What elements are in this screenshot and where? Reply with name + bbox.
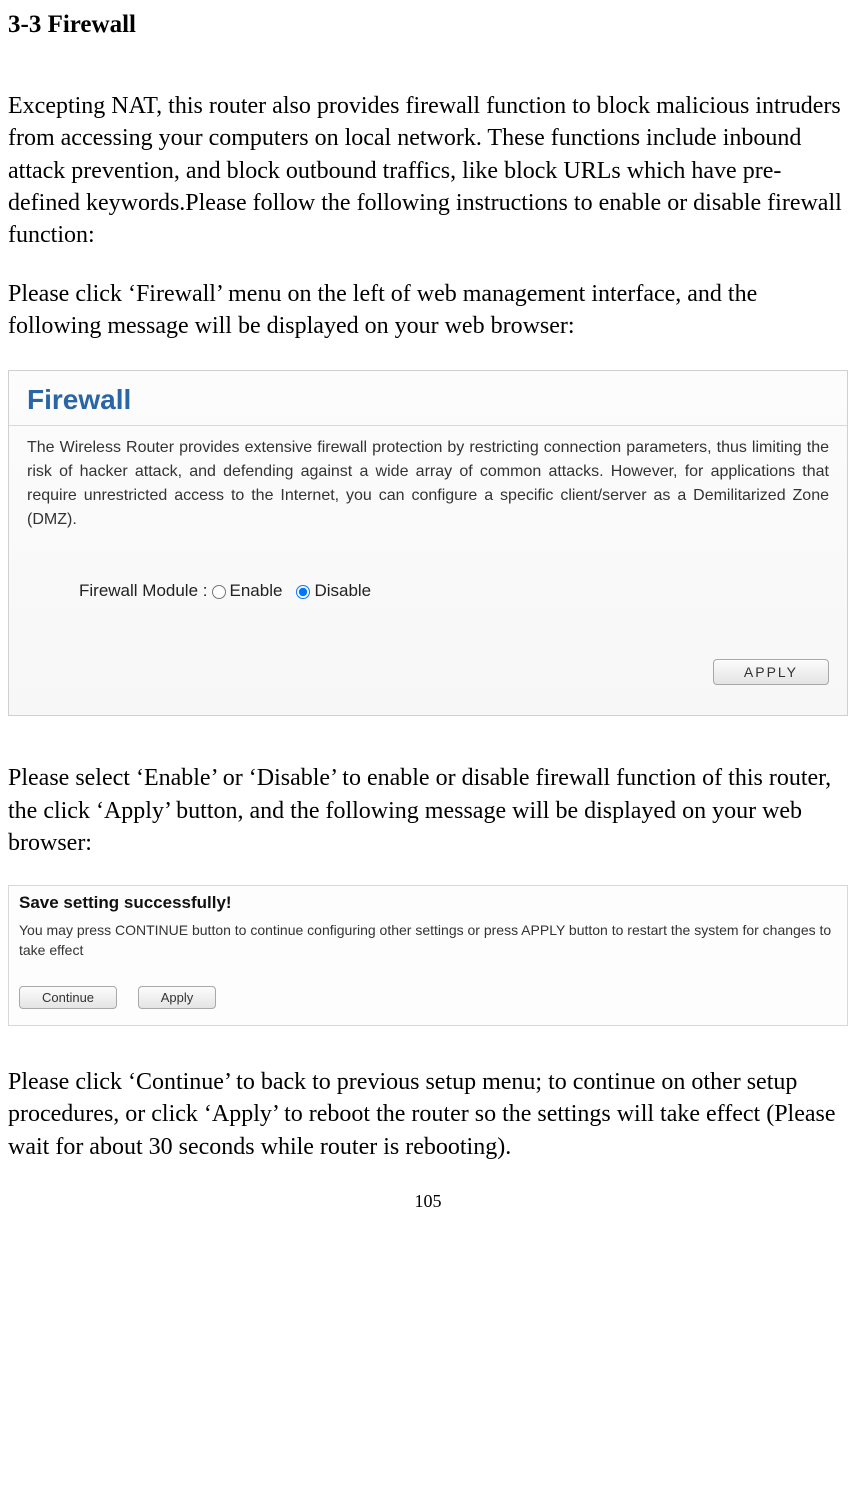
apply-button[interactable]: APPLY xyxy=(713,659,829,685)
intro-paragraph-2: Please click ‘Firewall’ menu on the left… xyxy=(8,278,848,343)
disable-radio-label: Disable xyxy=(314,580,371,603)
apply-button-2[interactable]: Apply xyxy=(138,986,217,1009)
intro-paragraph-1: Excepting NAT, this router also provides… xyxy=(8,90,848,252)
firewall-panel: Firewall The Wireless Router provides ex… xyxy=(8,370,848,716)
disable-radio[interactable] xyxy=(296,585,310,599)
save-success-title: Save setting successfully! xyxy=(19,892,837,915)
enable-radio-label: Enable xyxy=(230,580,283,603)
save-success-panel: Save setting successfully! You may press… xyxy=(8,885,848,1026)
continue-button[interactable]: Continue xyxy=(19,986,117,1009)
save-success-description: You may press CONTINUE button to continu… xyxy=(19,921,837,960)
firewall-panel-title: Firewall xyxy=(9,371,847,426)
closing-paragraph: Please click ‘Continue’ to back to previ… xyxy=(8,1066,848,1163)
firewall-module-row: Firewall Module : Enable Disable xyxy=(9,532,847,621)
save-button-row: Continue Apply xyxy=(19,979,837,1011)
firewall-module-label: Firewall Module : xyxy=(79,580,208,603)
mid-paragraph: Please select ‘Enable’ or ‘Disable’ to e… xyxy=(8,762,848,859)
disable-option[interactable]: Disable xyxy=(296,580,371,603)
enable-option[interactable]: Enable xyxy=(212,580,283,603)
page-number: 105 xyxy=(8,1189,848,1213)
apply-row: APPLY xyxy=(9,621,847,715)
enable-radio[interactable] xyxy=(212,585,226,599)
firewall-panel-description: The Wireless Router provides extensive f… xyxy=(9,426,847,532)
section-heading: 3-3 Firewall xyxy=(8,8,848,42)
